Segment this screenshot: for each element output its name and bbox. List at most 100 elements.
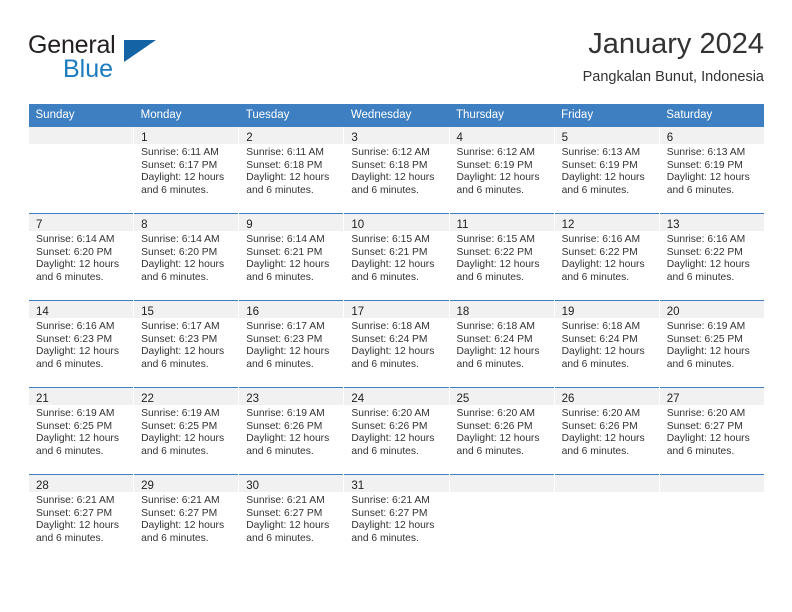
daylight-text-line2: and 6 minutes. [561, 184, 630, 196]
calendar-day-cell[interactable]: 20 Sunrise: 6:19 AM Sunset: 6:25 PM Dayligh… [658, 300, 765, 388]
calendar-day-cell[interactable]: 25 Sunrise: 6:20 AM Sunset: 6:26 PM Dayligh… [448, 387, 555, 475]
calendar-day-cell-empty [448, 474, 555, 561]
day-details: Sunrise: 6:19 AM Sunset: 6:25 PM Daylight:… [134, 405, 238, 458]
calendar-day-cell[interactable]: 16 Sunrise: 6:17 AM Sunset: 6:23 PM Dayligh… [238, 300, 344, 388]
day-number-band: 17 [344, 301, 449, 318]
daylight-text-line2: and 6 minutes. [456, 271, 525, 283]
daylight-text-line1: Daylight: 12 hours [351, 172, 435, 184]
calendar-day-cell[interactable]: 13 Sunrise: 6:16 AM Sunset: 6:22 PM Dayligh… [658, 213, 765, 301]
day-number-band [554, 475, 659, 492]
weekday-header-monday: Monday [133, 104, 239, 127]
calendar-day-cell[interactable]: 14 Sunrise: 6:16 AM Sunset: 6:23 PM Dayligh… [27, 300, 134, 388]
calendar-day-cell[interactable]: 23 Sunrise: 6:19 AM Sunset: 6:26 PM Dayligh… [238, 387, 344, 475]
weekday-header-tuesday: Tuesday [238, 104, 344, 127]
daylight-text-line2: and 6 minutes. [666, 358, 735, 370]
calendar-day-cell[interactable]: 27 Sunrise: 6:20 AM Sunset: 6:27 PM Dayligh… [658, 387, 765, 475]
day-details: Sunrise: 6:20 AM Sunset: 6:27 PM Daylight:… [660, 405, 765, 458]
daylight-text-line2: and 6 minutes. [246, 445, 314, 457]
daylight-text-line2: and 6 minutes. [561, 358, 630, 370]
calendar-day-cell[interactable]: 2 Sunrise: 6:11 AM Sunset: 6:18 PM Daylight… [238, 126, 344, 214]
calendar-day-cell[interactable]: 22 Sunrise: 6:19 AM Sunset: 6:25 PM Dayligh… [133, 387, 239, 475]
day-details: Sunrise: 6:17 AM Sunset: 6:23 PM Daylight:… [239, 318, 343, 371]
daylight-text-line2: and 6 minutes. [246, 184, 314, 196]
daylight-text-line2: and 6 minutes. [561, 271, 630, 283]
calendar-day-cell[interactable]: 30 Sunrise: 6:21 AM Sunset: 6:27 PM Dayligh… [238, 474, 344, 561]
calendar-day-cell[interactable]: 19 Sunrise: 6:18 AM Sunset: 6:24 PM Dayligh… [553, 300, 660, 388]
sunrise-text: Sunrise: 6:18 AM [561, 321, 641, 332]
calendar-day-cell[interactable]: 31 Sunrise: 6:21 AM Sunset: 6:27 PM Dayligh… [343, 474, 449, 561]
daylight-text-line2: and 6 minutes. [246, 532, 314, 544]
calendar-day-cell[interactable]: 1 Sunrise: 6:11 AM Sunset: 6:17 PM Daylight… [133, 126, 239, 214]
day-details: Sunrise: 6:21 AM Sunset: 6:27 PM Daylight:… [29, 492, 133, 545]
sunrise-text: Sunrise: 6:13 AM [561, 147, 641, 158]
daylight-text-line2: and 6 minutes. [246, 271, 314, 283]
calendar-day-cell[interactable]: 17 Sunrise: 6:18 AM Sunset: 6:24 PM Dayligh… [343, 300, 449, 388]
sunset-text: Sunset: 6:19 PM [666, 159, 743, 171]
calendar-day-cell[interactable]: 9 Sunrise: 6:14 AM Sunset: 6:21 PM Daylight… [238, 213, 344, 301]
calendar-day-cell[interactable]: 21 Sunrise: 6:19 AM Sunset: 6:25 PM Dayligh… [27, 387, 134, 475]
sunset-text: Sunset: 6:26 PM [246, 420, 323, 432]
calendar-day-cell[interactable]: 28 Sunrise: 6:21 AM Sunset: 6:27 PM Dayligh… [27, 474, 134, 561]
calendar-day-cell[interactable]: 15 Sunrise: 6:17 AM Sunset: 6:23 PM Dayligh… [133, 300, 239, 388]
calendar-header-row: Sunday Monday Tuesday Wednesday Thursday… [28, 104, 765, 127]
calendar-day-cell[interactable]: 29 Sunrise: 6:21 AM Sunset: 6:27 PM Dayligh… [133, 474, 239, 561]
sunset-text: Sunset: 6:17 PM [141, 159, 218, 171]
day-details: Sunrise: 6:17 AM Sunset: 6:23 PM Daylight:… [134, 318, 238, 371]
day-number-band: 15 [134, 301, 239, 318]
day-number: 29 [141, 480, 154, 492]
daylight-text-line2: and 6 minutes. [36, 532, 104, 544]
calendar-day-cell[interactable]: 7 Sunrise: 6:14 AM Sunset: 6:20 PM Daylight… [27, 213, 134, 301]
day-details: Sunrise: 6:18 AM Sunset: 6:24 PM Daylight:… [555, 318, 659, 371]
calendar-day-cell[interactable]: 8 Sunrise: 6:14 AM Sunset: 6:20 PM Daylight… [133, 213, 239, 301]
daylight-text-line2: and 6 minutes. [456, 358, 525, 370]
calendar-day-cell[interactable]: 6 Sunrise: 6:13 AM Sunset: 6:19 PM Daylight… [658, 126, 765, 214]
sunset-text: Sunset: 6:26 PM [456, 420, 533, 432]
sunset-text: Sunset: 6:23 PM [141, 333, 218, 345]
daylight-text-line1: Daylight: 12 hours [141, 172, 225, 184]
day-details: Sunrise: 6:15 AM Sunset: 6:21 PM Daylight:… [344, 231, 448, 284]
day-number-band: 16 [239, 301, 344, 318]
calendar-day-cell[interactable]: 18 Sunrise: 6:18 AM Sunset: 6:24 PM Dayligh… [448, 300, 555, 388]
sunrise-text: Sunrise: 6:19 AM [246, 408, 325, 419]
day-number: 4 [456, 132, 463, 144]
calendar-week-row: 21 Sunrise: 6:19 AM Sunset: 6:25 PM Dayligh… [27, 387, 765, 475]
sunrise-text: Sunrise: 6:18 AM [351, 321, 430, 332]
sunrise-text: Sunrise: 6:14 AM [246, 234, 325, 245]
day-number-band: 31 [344, 475, 449, 492]
calendar-day-cell[interactable]: 3 Sunrise: 6:12 AM Sunset: 6:18 PM Daylight… [343, 126, 449, 214]
calendar-day-cell[interactable]: 26 Sunrise: 6:20 AM Sunset: 6:26 PM Dayligh… [553, 387, 660, 475]
day-details: Sunrise: 6:19 AM Sunset: 6:25 PM Daylight:… [660, 318, 765, 371]
day-details: Sunrise: 6:19 AM Sunset: 6:26 PM Daylight:… [239, 405, 343, 458]
calendar-day-cell[interactable]: 11 Sunrise: 6:15 AM Sunset: 6:22 PM Dayligh… [448, 213, 555, 301]
day-number: 19 [561, 306, 575, 318]
sunrise-text: Sunrise: 6:15 AM [456, 234, 535, 245]
calendar-day-cell[interactable]: 10 Sunrise: 6:15 AM Sunset: 6:21 PM Dayligh… [343, 213, 449, 301]
sunset-text: Sunset: 6:27 PM [351, 507, 428, 519]
sunset-text: Sunset: 6:27 PM [666, 420, 743, 432]
day-number: 27 [666, 393, 680, 405]
sunrise-text: Sunrise: 6:20 AM [666, 408, 746, 419]
page-subtitle: Pangkalan Bunut, Indonesia [582, 69, 764, 85]
general-blue-logo[interactable]: General Blue [28, 32, 218, 88]
sunrise-text: Sunrise: 6:16 AM [561, 234, 641, 245]
calendar-week-row: 28 Sunrise: 6:21 AM Sunset: 6:27 PM Dayligh… [27, 474, 765, 561]
daylight-text-line2: and 6 minutes. [351, 445, 419, 457]
sunset-text: Sunset: 6:24 PM [351, 333, 428, 345]
daylight-text-line1: Daylight: 12 hours [246, 259, 330, 271]
daylight-text-line1: Daylight: 12 hours [36, 259, 119, 271]
calendar-day-cell[interactable]: 5 Sunrise: 6:13 AM Sunset: 6:19 PM Daylight… [553, 126, 660, 214]
daylight-text-line1: Daylight: 12 hours [561, 259, 645, 271]
day-details: Sunrise: 6:11 AM Sunset: 6:18 PM Daylight:… [239, 144, 343, 197]
calendar-day-cell[interactable]: 24 Sunrise: 6:20 AM Sunset: 6:26 PM Dayligh… [343, 387, 449, 475]
calendar-day-cell[interactable]: 12 Sunrise: 6:16 AM Sunset: 6:22 PM Dayligh… [553, 213, 660, 301]
title-block: January 2024 Pangkalan Bunut, Indonesia [583, 26, 764, 88]
weekday-header-thursday: Thursday [449, 104, 555, 127]
calendar-day-cell[interactable]: 4 Sunrise: 6:12 AM Sunset: 6:19 PM Daylight… [448, 126, 555, 214]
day-number-band: 4 [449, 127, 554, 144]
daylight-text-line2: and 6 minutes. [666, 184, 735, 196]
day-number-band: 21 [29, 388, 134, 405]
day-number: 24 [351, 393, 365, 405]
daylight-text-line2: and 6 minutes. [36, 358, 104, 370]
day-details: Sunrise: 6:14 AM Sunset: 6:21 PM Daylight:… [239, 231, 343, 284]
daylight-text-line2: and 6 minutes. [351, 358, 419, 370]
